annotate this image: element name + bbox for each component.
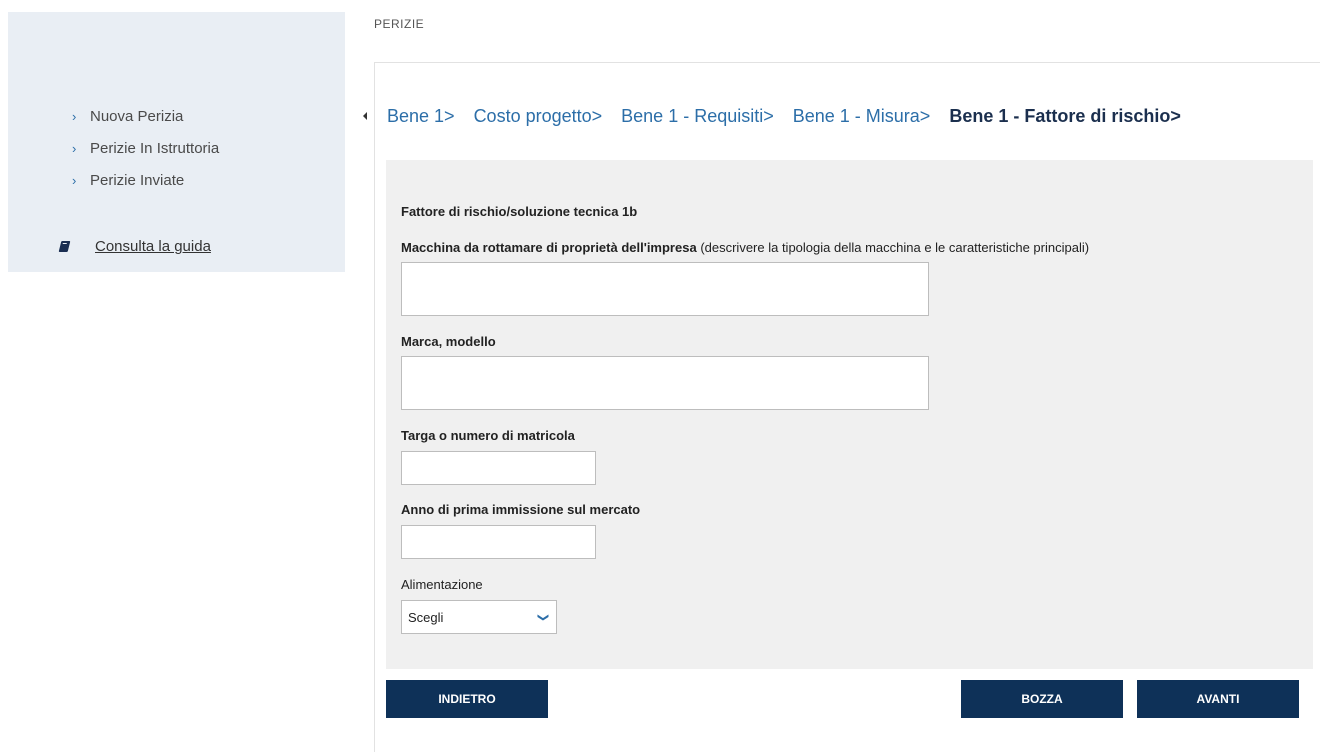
step-bene-1-fattore-di-rischio[interactable]: Bene 1 - Fattore di rischio>	[949, 106, 1181, 127]
plate-label: Targa o numero di matricola	[401, 428, 575, 443]
sidebar-item-label: Perizie In Istruttoria	[90, 139, 220, 157]
year-label: Anno di prima immissione sul mercato	[401, 502, 640, 517]
machine-label-note: (descrivere la tipologia della macchina …	[700, 240, 1090, 255]
fuel-select[interactable]: Scegli ❯	[401, 600, 557, 634]
brand-label-text: Marca, modello	[401, 334, 496, 349]
chevron-right-icon: ›	[72, 108, 77, 124]
sidebar-item-label: Perizie Inviate	[90, 171, 185, 189]
fuel-select-value: Scegli	[408, 609, 444, 625]
machine-label-text: Macchina da rottamare di proprietà dell'…	[401, 240, 697, 255]
year-field-box	[401, 525, 596, 559]
plate-field-box	[401, 451, 596, 485]
collapse-sidebar-icon[interactable]	[363, 112, 367, 120]
machine-field-box	[401, 262, 929, 316]
step-bene-1-misura[interactable]: Bene 1 - Misura>	[793, 106, 931, 127]
guide-link[interactable]: Consulta la guida	[95, 238, 211, 255]
fuel-label: Alimentazione	[401, 577, 483, 592]
sidebar-item-perizie-inviate[interactable]: › Perizie Inviate	[72, 164, 219, 196]
next-button[interactable]: AVANTI	[1137, 680, 1299, 718]
step-breadcrumb: Bene 1> Costo progetto> Bene 1 - Requisi…	[387, 106, 1200, 127]
step-bene-1-requisiti[interactable]: Bene 1 - Requisiti>	[621, 106, 774, 127]
brand-label: Marca, modello	[401, 334, 496, 349]
first-market-year-input[interactable]	[402, 526, 595, 558]
chevron-right-icon: ›	[72, 172, 77, 188]
sidebar-item-perizie-in-istruttoria[interactable]: › Perizie In Istruttoria	[72, 132, 219, 164]
book-icon	[58, 241, 71, 252]
sidebar-item-label: Nuova Perizia	[90, 107, 184, 125]
machine-label: Macchina da rottamare di proprietà dell'…	[401, 240, 1089, 255]
sidebar-item-nuova-perizia[interactable]: › Nuova Perizia	[72, 100, 219, 132]
brand-field-box	[401, 356, 929, 410]
back-button[interactable]: INDIETRO	[386, 680, 548, 718]
form-panel: Fattore di rischio/soluzione tecnica 1b …	[386, 160, 1313, 669]
machine-description-input[interactable]	[402, 263, 928, 315]
section-title: Fattore di rischio/soluzione tecnica 1b	[401, 204, 638, 219]
brand-model-input[interactable]	[402, 357, 928, 409]
step-bene-1[interactable]: Bene 1>	[387, 106, 455, 127]
draft-button[interactable]: BOZZA	[961, 680, 1123, 718]
guide-link-row: Consulta la guida	[58, 238, 211, 255]
sidebar: › Nuova Perizia › Perizie In Istruttoria…	[8, 12, 345, 272]
year-label-text: Anno di prima immissione sul mercato	[401, 502, 641, 517]
page-title: PERIZIE	[374, 17, 425, 31]
chevron-down-icon: ❯	[536, 612, 549, 622]
plate-number-input[interactable]	[402, 452, 595, 484]
step-costo-progetto[interactable]: Costo progetto>	[474, 106, 603, 127]
sidebar-nav: › Nuova Perizia › Perizie In Istruttoria…	[72, 100, 219, 196]
chevron-right-icon: ›	[72, 140, 77, 156]
plate-label-text: Targa o numero di matricola	[401, 428, 575, 443]
